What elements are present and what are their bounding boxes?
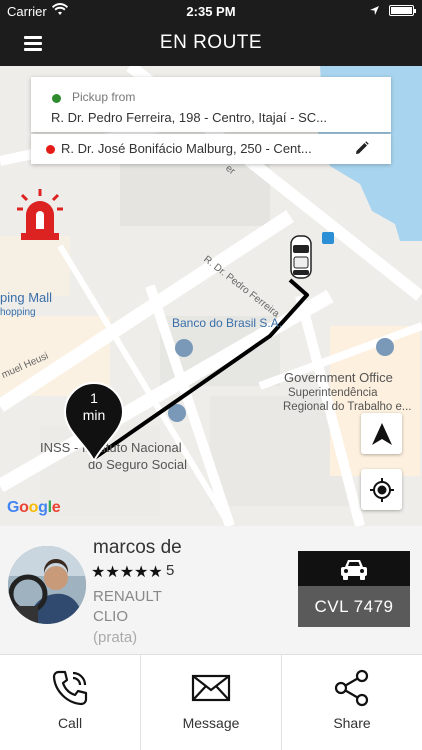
map-label-mall: ping Mall — [0, 290, 53, 305]
destination-dot — [46, 145, 55, 154]
google-logo: Google — [7, 499, 61, 516]
map-label-regional: Regional do Trabalho e... — [283, 401, 412, 413]
rating-value: 5 — [166, 562, 175, 579]
message-label: Message — [182, 715, 240, 731]
car-model: CLIO — [93, 608, 129, 625]
siren-icon — [17, 189, 63, 240]
driver-avatar — [8, 546, 86, 624]
my-location-button[interactable] — [361, 469, 402, 510]
crosshair-icon — [369, 477, 394, 502]
edit-destination-button[interactable] — [355, 141, 369, 160]
pickup-label: Pickup from — [72, 90, 136, 104]
message-button[interactable]: Message — [141, 655, 282, 750]
pickup-dot — [52, 94, 61, 103]
page-title: EN ROUTE — [159, 32, 263, 53]
top-bar: Carrier 2:35 PM EN ROUTE — [0, 0, 422, 66]
pickup-card[interactable]: Pickup from R. Dr. Pedro Ferreira, 198 -… — [31, 77, 391, 132]
map-label-bank: Banco do Brasil S.A. — [172, 316, 283, 330]
map-label-superintendencia: Superintendência — [288, 387, 378, 399]
status-bar: Carrier 2:35 PM — [0, 0, 422, 22]
share-icon — [333, 669, 371, 712]
map-label-gov-office: Government Office — [284, 370, 393, 385]
envelope-icon — [191, 669, 231, 712]
rating-stars: ★★★★★ — [91, 564, 163, 581]
driver-panel: marcos de ★★★★★ 5 RENAULT CLIO (prata) C… — [0, 526, 422, 654]
car-marker-icon — [289, 235, 313, 284]
location-arrow-icon — [369, 4, 380, 19]
call-button[interactable]: Call — [0, 655, 141, 750]
navigation-arrow-icon — [371, 422, 392, 445]
emergency-alarm-button[interactable] — [17, 189, 63, 246]
clock: 2:35 PM — [186, 4, 236, 19]
share-label: Share — [333, 715, 371, 731]
license-plate: CVL 7479 — [298, 586, 410, 627]
navigation-button[interactable] — [361, 413, 402, 454]
car-color: (prata) — [93, 629, 138, 646]
battery-icon — [389, 5, 416, 16]
pencil-icon — [356, 141, 369, 154]
map-label-mall-sub: hopping — [0, 307, 36, 318]
phone-icon — [51, 669, 89, 712]
eta-value: 1 — [90, 390, 98, 406]
action-bar: Call Message Share — [0, 654, 422, 750]
driver-name: marcos de — [93, 537, 182, 558]
share-button[interactable]: Share — [282, 655, 422, 750]
car-make: RENAULT — [93, 588, 162, 605]
destination-address: R. Dr. José Bonifácio Malburg, 250 - Cen… — [61, 141, 312, 156]
vehicle-plate-box: CVL 7479 — [298, 551, 410, 627]
eta-unit: min — [82, 407, 106, 423]
destination-card[interactable]: R. Dr. José Bonifácio Malburg, 250 - Cen… — [31, 134, 391, 164]
call-label: Call — [57, 715, 83, 731]
pickup-address: R. Dr. Pedro Ferreira, 198 - Centro, Ita… — [51, 110, 327, 125]
eta-marker: 1 min — [63, 381, 125, 466]
car-icon — [341, 559, 367, 580]
screen: Carrier 2:35 PM EN ROUTE ping Mall hoppi… — [0, 0, 422, 750]
